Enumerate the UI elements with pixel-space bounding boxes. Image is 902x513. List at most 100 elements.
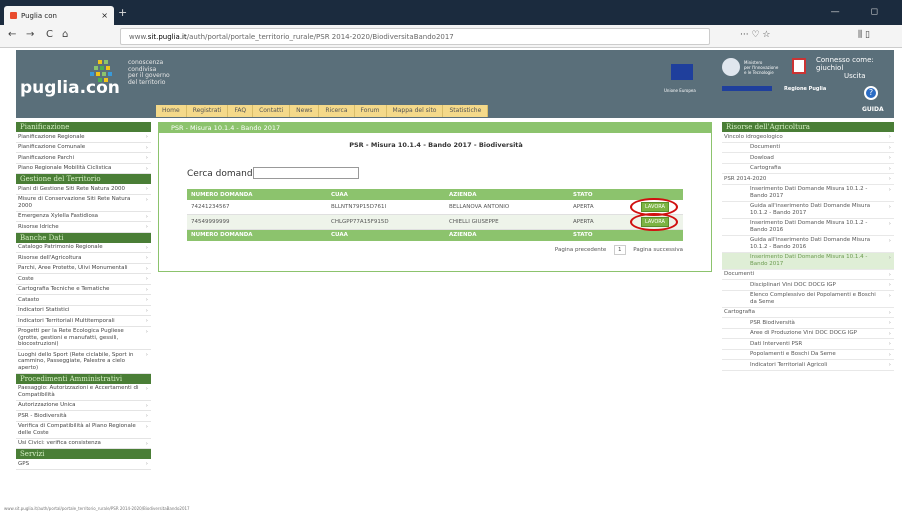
right-sub-item[interactable]: PSR Biodiversità › [722, 318, 894, 329]
right-sub-item[interactable]: Documenti › [722, 143, 894, 153]
right-group-item[interactable]: Documenti › [722, 270, 894, 280]
url-bar[interactable]: www. sit.puglia.it/auth/portal/portale_te… [120, 28, 710, 45]
reload-icon[interactable]: C [46, 29, 53, 40]
col-numero[interactable]: NUMERO DOMANDA [187, 189, 327, 200]
right-sub-item[interactable]: Disciplinari Vini DOC DOCG IGP › [722, 280, 894, 291]
sidebar-item[interactable]: PSR - Biodiversità › [16, 411, 151, 422]
right-sub-item[interactable]: Inserimento Dati Domande Misura 10.1.2 -… [722, 219, 894, 236]
page-number[interactable]: 1 [614, 245, 626, 255]
sidebar-item[interactable]: Emergenza Xylella Fastidiosa › [16, 212, 151, 222]
foot-cuaa: CUAA [327, 229, 445, 241]
home-icon[interactable]: ⌂ [62, 29, 68, 40]
close-tab-icon[interactable]: × [101, 11, 108, 20]
sidebar-item[interactable]: Piani di Gestione Siti Rete Natura 2000 › [16, 184, 151, 195]
sidebar-item[interactable]: Piano Regionale Mobilità Ciclistica › [16, 164, 151, 174]
right-group-item[interactable]: PSR 2014-2020 › [722, 174, 894, 185]
sidebar-item-label: Cartografia Tecniche e Tematiche [18, 286, 110, 292]
right-item-label: PSR Biodiversità [750, 319, 795, 326]
col-azienda[interactable]: AZIENDA [445, 189, 569, 200]
prev-page-link[interactable]: Pagina precedente [555, 247, 606, 253]
topnav-item[interactable]: Forum [355, 105, 387, 117]
right-sub-item[interactable]: Popolamenti e Boschi Da Seme › [722, 350, 894, 360]
right-group-item[interactable]: Cartografia › [722, 308, 894, 318]
sidebar-item-label: PSR - Biodiversità [18, 412, 67, 419]
sidebar-item[interactable]: Cartografia Tecniche e Tematiche › [16, 285, 151, 295]
topnav-item[interactable]: Statistiche [443, 105, 489, 117]
sidebar-item[interactable]: Misure di Conservazione Siti Rete Natura… [16, 195, 151, 212]
right-item-label: Cartografia [724, 309, 755, 315]
right-sub-item[interactable]: Guida all'inserimento Dati Domande Misur… [722, 202, 894, 219]
sidebar-item[interactable]: Risorse dell'Agricoltura › [16, 253, 151, 264]
sidebar-item[interactable]: Catalogo Patrimonio Regionale › [16, 243, 151, 253]
right-item-label: Guida all'inserimento Dati Domande Misur… [750, 203, 871, 216]
search-input[interactable] [253, 167, 359, 179]
lavora-button[interactable]: LAVORA [630, 198, 678, 216]
right-sub-item[interactable]: Cartografia › [722, 164, 894, 174]
sidebar-section-title[interactable]: Procedimenti Amministrativi [16, 373, 151, 384]
right-sub-item[interactable]: Dati Interventi PSR › [722, 339, 894, 350]
sidebar-item[interactable]: Risorse Idriche › [16, 222, 151, 233]
window-controls[interactable]: — ◻ [831, 7, 892, 17]
help-icon[interactable]: ? [864, 86, 878, 100]
sidebar-item[interactable]: Pianificazione Comunale › [16, 143, 151, 153]
library-icon[interactable]: ⫼ ▯ [858, 30, 870, 40]
chevron-right-icon: › [145, 186, 148, 192]
sidebar-item-label: Coste [18, 275, 34, 282]
sidebar-item[interactable]: Usi Civici: verifica consistenza › [16, 439, 151, 449]
sidebar-item[interactable]: GPS › [16, 459, 151, 470]
sidebar-item[interactable]: Indicatori Statistici › [16, 306, 151, 316]
sidebar-section-title[interactable]: Banche Dati [16, 232, 151, 243]
sidebar-item[interactable]: Catasto › [16, 295, 151, 306]
topnav-item[interactable]: FAQ [228, 105, 254, 117]
sidebar-item[interactable]: Coste › [16, 274, 151, 285]
sidebar-item[interactable]: Parchi, Aree Protette, Ulivi Monumentali… [16, 264, 151, 274]
right-sub-item[interactable]: Dowload › [722, 153, 894, 164]
right-group-item[interactable]: Vincolo idrogeologico › [722, 132, 894, 143]
sidebar-item-label: Emergenza Xylella Fastidiosa [18, 213, 99, 219]
sidebar-section-title[interactable]: Gestione del Territorio [16, 174, 151, 184]
right-sub-item[interactable]: Inserimento Dati Domande Misura 10.1.2 -… [722, 185, 894, 202]
topnav-item[interactable]: Ricerca [319, 105, 355, 117]
logout-link[interactable]: Uscita [844, 72, 866, 80]
topnav-item[interactable]: Registrati [187, 105, 229, 117]
sidebar-item[interactable]: Paesaggio: Autorizzazioni e Accertamenti… [16, 384, 151, 401]
table-header-row: NUMERO DOMANDA CUAA AZIENDA STATO [187, 189, 683, 200]
next-page-link[interactable]: Pagina successiva [633, 247, 683, 253]
sidebar-item[interactable]: Autorizzazione Unica › [16, 401, 151, 411]
chevron-right-icon: › [145, 144, 148, 151]
sidebar-item[interactable]: Indicatori Territoriali Multitemporali › [16, 316, 151, 327]
sidebar-item-label: Piano Regionale Mobilità Ciclistica [18, 165, 112, 171]
chevron-right-icon: › [145, 134, 148, 140]
topnav-item[interactable]: News [290, 105, 320, 117]
sidebar-item-label: Luoghi dello Sport (Rete ciclabile, Spor… [18, 351, 134, 371]
sidebar-item[interactable]: Verifica di Compatibilità al Piano Regio… [16, 422, 151, 439]
sidebar-item[interactable]: Luoghi dello Sport (Rete ciclabile, Spor… [16, 350, 151, 374]
right-item-label: Indicatori Territoriali Agricoli [750, 361, 828, 368]
right-sub-item[interactable]: Inserimento Dati Domande Misura 10.1.4 -… [722, 252, 894, 270]
lavora-button[interactable]: LAVORA [630, 213, 678, 231]
right-sub-item[interactable]: Indicatori Territoriali Agricoli › [722, 360, 894, 371]
right-sub-item[interactable]: Aree di Produzione Vini DOC DOCG IGP › [722, 329, 894, 339]
chevron-right-icon: › [888, 292, 891, 299]
right-sub-item[interactable]: Elenco Complessivo dei Popolamenti e Bos… [722, 291, 894, 308]
sidebar-section-title[interactable]: Pianificazione [16, 122, 151, 132]
new-tab-icon[interactable]: + [118, 6, 127, 19]
topnav-item[interactable]: Mappa del sito [387, 105, 444, 117]
sidebar-item[interactable]: Pianificazione Parchi › [16, 153, 151, 164]
browser-tab[interactable]: Puglia con × [4, 6, 114, 25]
topnav-item[interactable]: Contatti [253, 105, 291, 117]
col-cuaa[interactable]: CUAA [327, 189, 445, 200]
sidebar-section-title[interactable]: Servizi [16, 449, 151, 459]
topnav-item[interactable]: Home [156, 105, 187, 117]
sidebar-item[interactable]: Pianificazione Regionale › [16, 132, 151, 143]
url-path: /auth/portal/portale_territorio_rurale/P… [186, 32, 454, 41]
page-actions-icon[interactable]: ··· ♡ ☆ [740, 30, 770, 40]
back-icon[interactable]: ← [8, 29, 16, 40]
col-stato[interactable]: STATO [569, 189, 637, 200]
right-item-label: Cartografia [750, 165, 781, 171]
help-link[interactable]: GUIDA [862, 106, 884, 113]
sidebar-item-label: Usi Civici: verifica consistenza [18, 440, 101, 446]
forward-icon[interactable]: → [26, 29, 34, 40]
right-sub-item[interactable]: Guida all'inserimento Dati Domande Misur… [722, 236, 894, 253]
sidebar-item[interactable]: Progetti per la Rete Ecologica Pugliese … [16, 327, 151, 350]
